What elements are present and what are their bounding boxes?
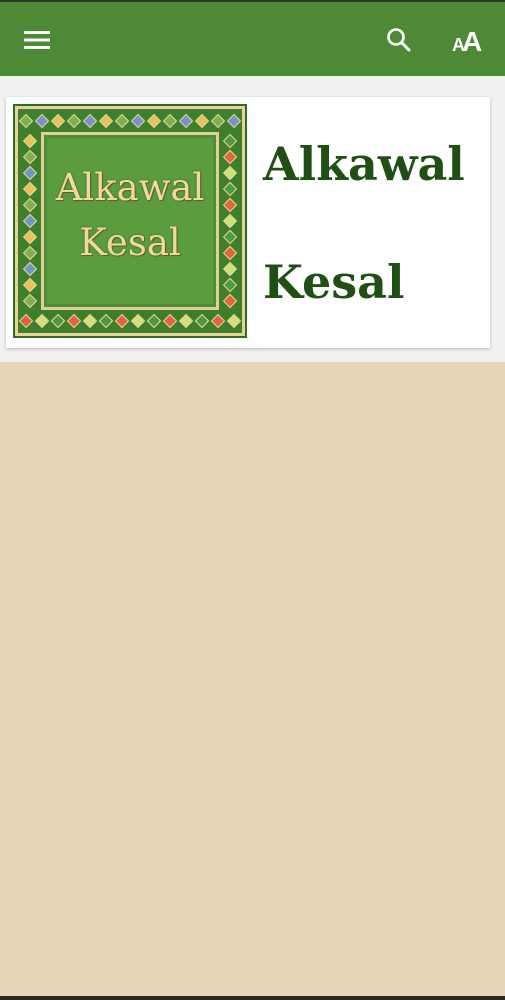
font-size-button[interactable]: A A xyxy=(444,16,492,64)
book-cover-image: Alkawal Kesal xyxy=(13,104,247,338)
bottom-edge xyxy=(0,996,505,1000)
svg-text:A: A xyxy=(462,26,482,54)
book-title-line2: Kesal xyxy=(263,255,405,309)
search-button[interactable] xyxy=(375,16,423,64)
book-card[interactable]: Alkawal Kesal Alkawal Kesal xyxy=(6,97,490,348)
hamburger-menu-icon xyxy=(24,31,50,49)
menu-button[interactable] xyxy=(13,16,61,64)
cover-title-line2: Kesal xyxy=(79,221,181,264)
cover-title-line1: Alkawal xyxy=(55,166,205,209)
search-icon xyxy=(387,28,411,52)
font-size-icon: A A xyxy=(452,26,482,54)
app-toolbar: A A xyxy=(0,0,505,76)
book-title-line1: Alkawal xyxy=(263,137,465,191)
